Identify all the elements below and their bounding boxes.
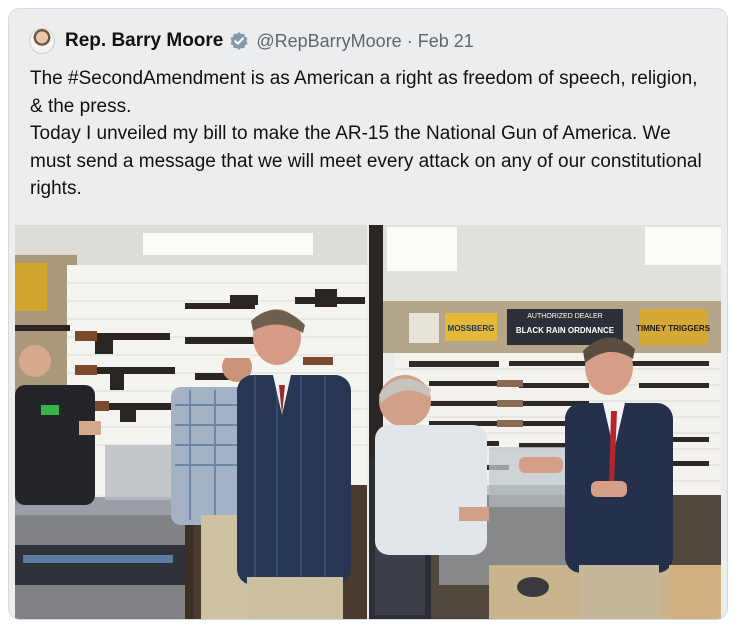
tweet-photo-right[interactable]: MOSSBERG AUTHORIZED DEALER BLACK RAIN OR… — [369, 225, 721, 619]
tweet-date[interactable]: Feb 21 — [418, 31, 474, 52]
tweet-text: The #SecondAmendment is as American a ri… — [30, 65, 710, 203]
authorized-dealer-text: AUTHORIZED DEALER — [527, 313, 602, 320]
tweet-photo-left[interactable] — [15, 225, 367, 619]
author-name[interactable]: Rep. Barry Moore — [65, 30, 223, 52]
header-separator: · — [406, 30, 413, 51]
tweet-text-line: The #SecondAmendment is as American a ri… — [30, 68, 698, 117]
black-rain-sign-text: BLACK RAIN ORDNANCE — [516, 326, 615, 335]
author-avatar[interactable] — [29, 28, 55, 54]
timney-sign-text: TIMNEY TRIGGERS — [636, 324, 711, 333]
tweet-header: Rep. Barry Moore @RepBarryMoore · Feb 21 — [29, 27, 474, 55]
mossberg-sign-text: MOSSBERG — [448, 324, 495, 333]
verified-badge-icon — [229, 31, 249, 51]
tweet-card[interactable]: Rep. Barry Moore @RepBarryMoore · Feb 21… — [8, 8, 728, 620]
author-handle[interactable]: @RepBarryMoore — [256, 31, 401, 52]
tweet-text-line: Today I unveiled my bill to make the AR-… — [30, 123, 702, 199]
timney-sign-left — [15, 263, 47, 311]
